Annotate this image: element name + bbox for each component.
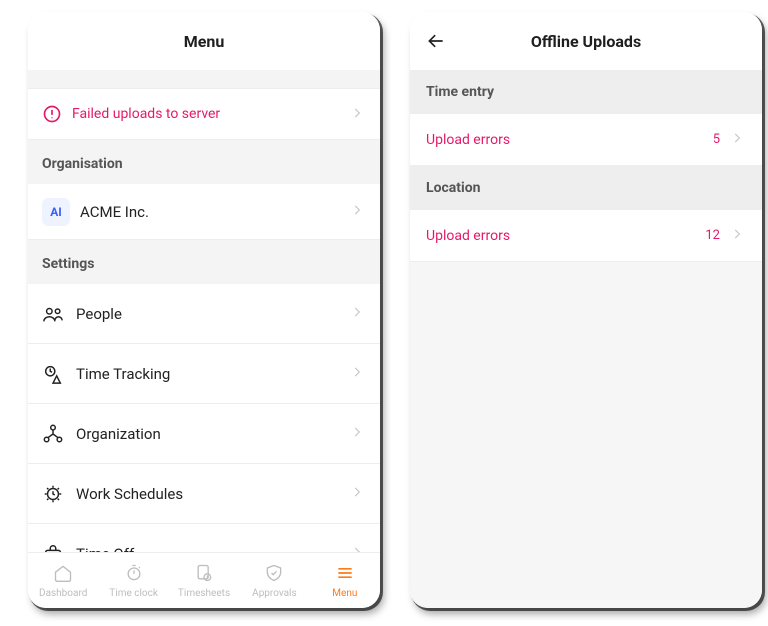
- tab-time-clock[interactable]: Time clock: [98, 553, 168, 608]
- menu-screen: Menu Failed uploads to server Organisati…: [28, 12, 380, 608]
- settings-organization-label: Organization: [76, 425, 350, 443]
- work-schedules-icon: [42, 483, 76, 505]
- chevron-right-icon: [730, 226, 746, 245]
- settings-time-off-label: Time Off: [76, 545, 350, 553]
- settings-organization-row[interactable]: Organization: [28, 404, 380, 464]
- header-title: Offline Uploads: [531, 32, 641, 51]
- section-settings: Settings: [28, 240, 380, 284]
- chevron-right-icon: [350, 202, 366, 221]
- spacer: [28, 70, 380, 88]
- org-row[interactable]: AI ACME Inc.: [28, 184, 380, 240]
- location-errors-label: Upload errors: [426, 228, 705, 244]
- shield-check-icon: [264, 563, 284, 586]
- tab-approvals[interactable]: Approvals: [239, 553, 309, 608]
- tab-dashboard[interactable]: Dashboard: [28, 553, 98, 608]
- settings-work-schedules-label: Work Schedules: [76, 485, 350, 503]
- time-entry-errors-row[interactable]: Upload errors 5: [410, 114, 762, 166]
- org-avatar: AI: [42, 198, 70, 226]
- section-organisation: Organisation: [28, 140, 380, 184]
- offline-uploads-content: Time entry Upload errors 5 Location Uplo…: [410, 70, 762, 608]
- settings-time-tracking-row[interactable]: Time Tracking: [28, 344, 380, 404]
- location-errors-row[interactable]: Upload errors 12: [410, 210, 762, 262]
- timesheet-icon: [194, 563, 214, 586]
- tab-menu[interactable]: Menu: [310, 553, 380, 608]
- chevron-right-icon: [350, 105, 366, 124]
- chevron-right-icon: [350, 484, 366, 503]
- settings-people-label: People: [76, 305, 350, 323]
- tab-label: Timesheets: [178, 588, 230, 599]
- chevron-right-icon: [350, 304, 366, 323]
- time-entry-errors-count: 5: [713, 132, 720, 147]
- back-button[interactable]: [424, 29, 448, 53]
- settings-work-schedules-row[interactable]: Work Schedules: [28, 464, 380, 524]
- chevron-right-icon: [730, 130, 746, 149]
- chevron-right-icon: [350, 364, 366, 383]
- location-errors-count: 12: [705, 228, 720, 243]
- header: Offline Uploads: [410, 12, 762, 70]
- settings-people-row[interactable]: People: [28, 284, 380, 344]
- tab-timesheets[interactable]: Timesheets: [169, 553, 239, 608]
- tab-bar: Dashboard Time clock Timesheets Approval…: [28, 552, 380, 608]
- tab-label: Approvals: [252, 588, 296, 599]
- header: Menu: [28, 12, 380, 70]
- chevron-right-icon: [350, 544, 366, 552]
- organization-icon: [42, 423, 76, 445]
- chevron-right-icon: [350, 424, 366, 443]
- failed-uploads-row[interactable]: Failed uploads to server: [28, 88, 380, 140]
- tab-label: Menu: [332, 588, 357, 599]
- time-off-icon: [42, 543, 76, 553]
- org-name: ACME Inc.: [80, 203, 350, 221]
- home-icon: [53, 563, 73, 586]
- menu-icon: [335, 563, 355, 586]
- alert-icon: [42, 104, 68, 124]
- header-title: Menu: [184, 32, 225, 51]
- section-time-entry: Time entry: [410, 70, 762, 114]
- menu-content: Failed uploads to server Organisation AI…: [28, 70, 380, 552]
- settings-time-tracking-label: Time Tracking: [76, 365, 350, 383]
- settings-time-off-row[interactable]: Time Off: [28, 524, 380, 552]
- offline-uploads-screen: Offline Uploads Time entry Upload errors…: [410, 12, 762, 608]
- time-tracking-icon: [42, 363, 76, 385]
- section-location: Location: [410, 166, 762, 210]
- time-entry-errors-label: Upload errors: [426, 132, 713, 148]
- people-icon: [42, 303, 76, 325]
- tab-label: Dashboard: [39, 588, 87, 599]
- stopwatch-icon: [124, 563, 144, 586]
- failed-uploads-label: Failed uploads to server: [72, 106, 350, 122]
- tab-label: Time clock: [109, 588, 158, 599]
